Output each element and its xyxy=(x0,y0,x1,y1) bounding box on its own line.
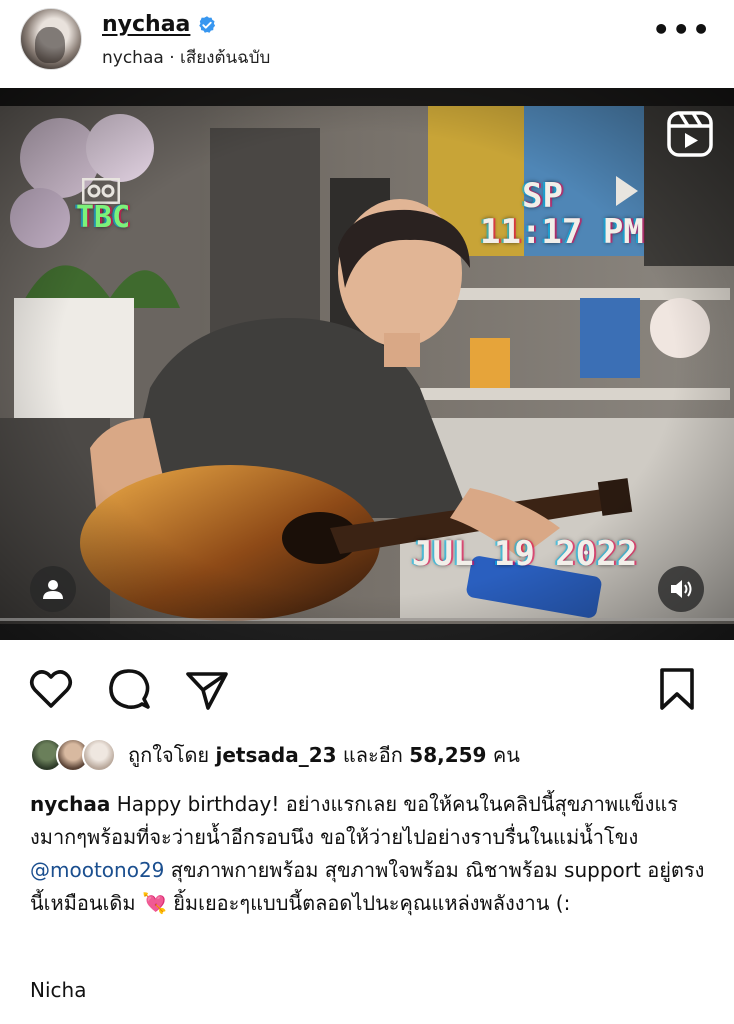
username-link[interactable]: nychaa xyxy=(102,12,190,37)
share-icon[interactable] xyxy=(184,666,230,712)
username-row: nychaa xyxy=(102,12,217,37)
vhs-date-label: JUL 19 2022 xyxy=(412,534,638,574)
vhs-speed-label: SP xyxy=(522,176,563,216)
vhs-time-label: 11:17 PM xyxy=(480,212,644,252)
avatar[interactable] xyxy=(20,8,82,70)
play-icon xyxy=(616,176,638,206)
heart-icon[interactable] xyxy=(28,666,74,712)
post-caption: nychaa Happy birthday! อย่างแรกเลย ขอให้… xyxy=(30,788,714,920)
tagged-people-button[interactable] xyxy=(30,566,76,612)
likes-prefix: ถูกใจโดย xyxy=(128,743,210,767)
likes-text: ถูกใจโดย jetsada_23 และอีก 58,259 คน xyxy=(128,739,520,771)
liker-username[interactable]: jetsada_23 xyxy=(216,743,337,767)
comment-icon[interactable] xyxy=(106,666,152,712)
speaker-icon xyxy=(671,580,692,598)
heart-emoji: 💘 xyxy=(141,891,167,915)
post-header: nychaa nychaa · เสียงต้นฉบับ ••• xyxy=(0,0,734,86)
likes-suffix: คน xyxy=(492,743,520,767)
sound-toggle-button[interactable] xyxy=(658,566,704,612)
caption-signature: Nicha xyxy=(30,978,87,1002)
verified-badge-icon xyxy=(199,15,216,33)
caption-text-1: Happy birthday! อย่างแรกเลย ขอให้คนในคลิ… xyxy=(30,792,678,849)
likes-middle: และอีก xyxy=(342,743,403,767)
more-options-icon[interactable]: ••• xyxy=(652,16,712,44)
vhs-mode-label: TBC xyxy=(76,200,131,235)
caption-text-3: ยิ้มเยอะๆแบบนี้ตลอดไปนะคุณแหล่งพลังงาน (… xyxy=(166,891,571,915)
liker-avatars xyxy=(30,738,118,772)
post-action-bar xyxy=(0,660,734,716)
bookmark-icon[interactable] xyxy=(654,666,700,712)
caption-mention[interactable]: @mootono29 xyxy=(30,858,164,882)
audio-subline[interactable]: nychaa · เสียงต้นฉบับ xyxy=(102,44,270,71)
caption-username[interactable]: nychaa xyxy=(30,792,110,816)
liker-avatar xyxy=(82,738,116,772)
likes-count[interactable]: 58,259 xyxy=(409,743,486,767)
post-media[interactable]: TBC SP 11:17 PM JUL 19 2022 xyxy=(0,88,734,640)
person-icon xyxy=(43,580,63,599)
likes-summary[interactable]: ถูกใจโดย jetsada_23 และอีก 58,259 คน xyxy=(30,738,520,772)
reels-icon xyxy=(667,111,713,157)
